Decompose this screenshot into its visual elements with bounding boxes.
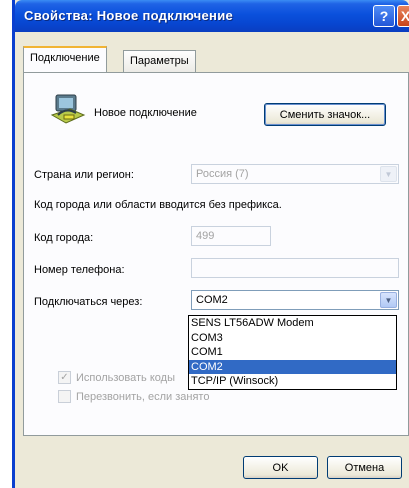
cancel-label: Отмена xyxy=(344,461,385,474)
phone-label: Номер телефона: xyxy=(34,264,125,276)
use-codes-row[interactable]: ✓ Использовать коды xyxy=(58,371,175,384)
help-icon: ? xyxy=(379,8,389,24)
dropdown-option[interactable]: SENS LT56ADW Modem xyxy=(189,316,396,331)
phone-field[interactable] xyxy=(191,258,399,278)
connection-name: Новое подключение xyxy=(94,107,197,119)
cancel-button[interactable]: Отмена xyxy=(327,456,402,479)
modem-phone-icon xyxy=(50,94,86,124)
area-code-hint: Код города или области вводится без преф… xyxy=(34,199,282,211)
tab-parameters-label: Параметры xyxy=(130,55,189,67)
dialog-window: Свойства: Новое подключение ? X Подключе… xyxy=(12,0,409,488)
ok-label: OK xyxy=(272,461,289,474)
chevron-down-icon[interactable]: ▼ xyxy=(380,292,397,308)
dropdown-option[interactable]: COM3 xyxy=(189,331,396,346)
connect-via-dropdown-list: SENS LT56ADW Modem COM3 COM1 COM2 TCP/IP… xyxy=(188,315,397,390)
ok-button[interactable]: OK xyxy=(243,456,318,479)
dropdown-option[interactable]: TCP/IP (Winsock) xyxy=(189,374,396,389)
tab-connection-label: Подключение xyxy=(30,52,100,64)
country-value: Россия (7) xyxy=(196,168,249,180)
redial-row[interactable]: Перезвонить, если занято xyxy=(58,390,209,403)
country-select[interactable]: Россия (7) ▼ xyxy=(191,164,399,184)
change-icon-label: Сменить значок... xyxy=(279,108,371,121)
dropdown-option-selected[interactable]: COM2 xyxy=(189,359,396,375)
connect-via-value: COM2 xyxy=(196,294,228,306)
connection-tab-panel: Новое подключение Сменить значок... Стра… xyxy=(23,72,409,436)
title-bar[interactable]: Свойства: Новое подключение ? X xyxy=(15,0,409,32)
area-code-label: Код города: xyxy=(34,232,94,244)
country-label: Страна или регион: xyxy=(34,169,134,181)
chevron-down-icon: ▼ xyxy=(380,166,397,182)
connect-via-select[interactable]: COM2 ▼ xyxy=(191,290,399,310)
use-codes-checkbox[interactable]: ✓ xyxy=(58,371,71,384)
dropdown-option[interactable]: COM1 xyxy=(189,345,396,360)
tab-connection[interactable]: Подключение xyxy=(23,46,107,72)
close-icon: X xyxy=(400,8,409,24)
redial-checkbox[interactable] xyxy=(58,390,71,403)
connect-via-label: Подключаться через: xyxy=(34,296,143,308)
area-code-value: 499 xyxy=(196,230,215,242)
help-button[interactable]: ? xyxy=(373,5,395,27)
use-codes-label: Использовать коды xyxy=(76,371,175,384)
window-title: Свойства: Новое подключение xyxy=(24,8,234,23)
tab-parameters[interactable]: Параметры xyxy=(123,50,196,72)
redial-label: Перезвонить, если занято xyxy=(76,390,210,403)
change-icon-button[interactable]: Сменить значок... xyxy=(264,103,386,126)
close-button[interactable]: X xyxy=(397,5,409,27)
area-code-field[interactable]: 499 xyxy=(191,226,271,246)
